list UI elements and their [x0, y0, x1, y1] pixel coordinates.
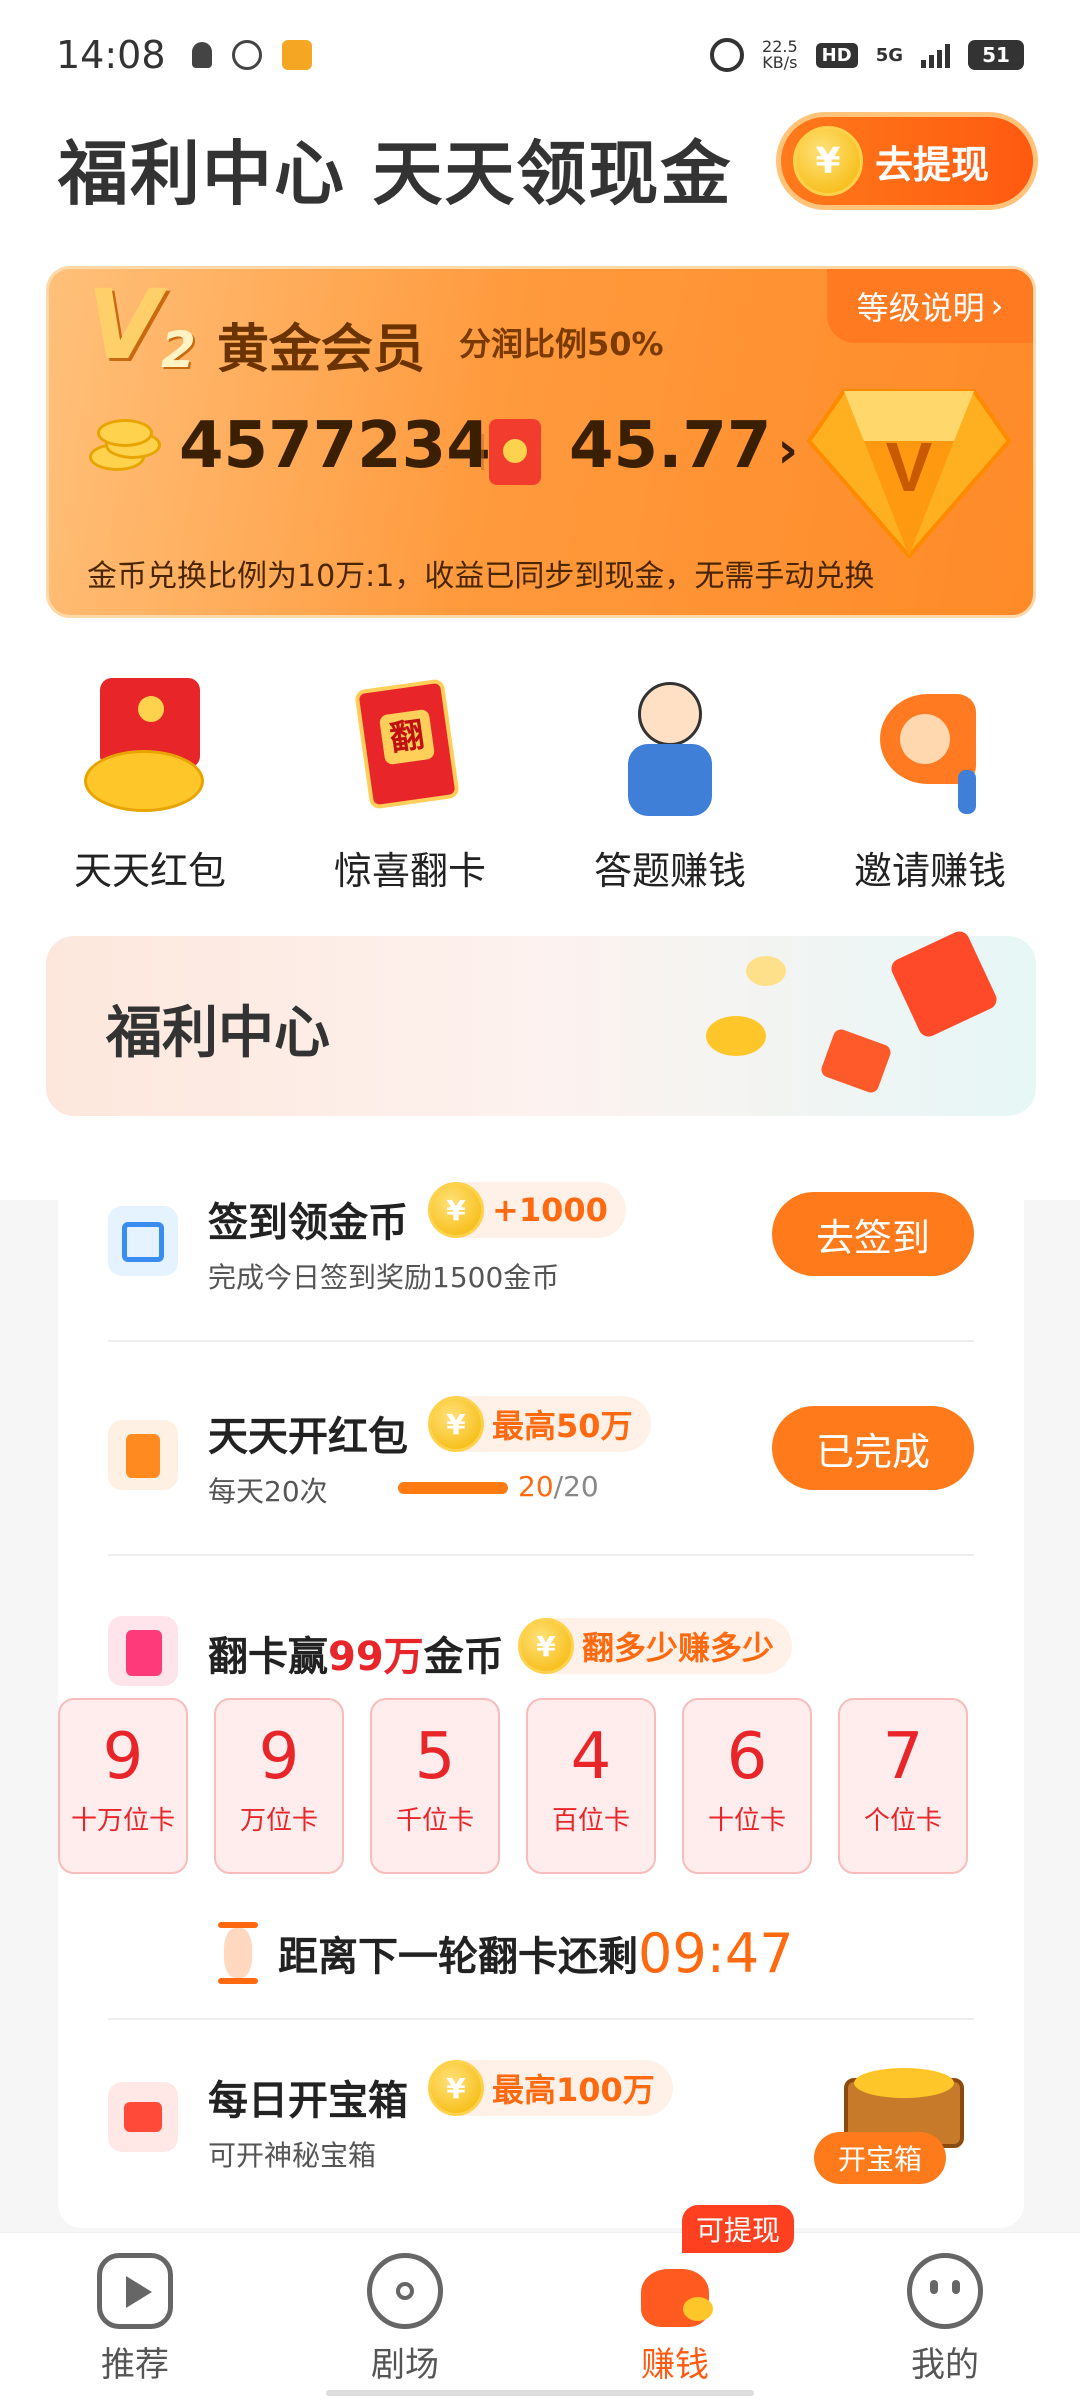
battery-icon: 51: [968, 40, 1024, 70]
task-list: 签到领金币 ¥ +1000 完成今日签到奖励1500金币 去签到 天天开红包 ¥…: [58, 1128, 1024, 2228]
task-title: 签到领金币: [208, 1200, 408, 1246]
alarm-icon: [710, 38, 745, 72]
shortcut-quiz[interactable]: 答题赚钱: [540, 670, 800, 900]
tab-earn[interactable]: 可提现 赚钱: [540, 2205, 810, 2400]
shortcut-flip-card[interactable]: 翻 惊喜翻卡: [280, 670, 540, 900]
cash-balance[interactable]: 45.77 ›: [569, 409, 798, 483]
home-indicator[interactable]: [326, 2390, 754, 2396]
task-flip-card: 翻卡赢99万金币 ¥ 翻多少赚多少: [108, 1606, 974, 1696]
divider: [481, 434, 484, 470]
red-envelope-icon: [489, 419, 541, 485]
gold-coins-icon: [89, 419, 167, 477]
treasure-chest-task-icon: [108, 2082, 178, 2152]
flip-card[interactable]: 6 十位卡: [682, 1698, 812, 1874]
yuan-coin-icon: ¥: [428, 1182, 484, 1238]
vip-name: 黄金会员: [217, 320, 426, 380]
task-title: 翻卡赢99万金币: [208, 1634, 504, 1680]
svg-text:V: V: [886, 428, 933, 506]
signal-icon: [921, 42, 950, 68]
vip-note: 金币兑换比例为10万:1，收益已同步到现金，无需手动兑换: [87, 559, 875, 594]
calendar-check-icon: [108, 1206, 178, 1276]
yuan-coin-icon: ¥: [793, 126, 863, 196]
status-time: 14:08: [56, 33, 166, 77]
net-speed: 22.5 KB/s: [762, 37, 798, 72]
yuan-coin-icon: ¥: [428, 1396, 484, 1452]
floating-redpack-icon: [888, 928, 1000, 1040]
yuan-coin-icon: ¥: [518, 1618, 574, 1674]
divider: [108, 1340, 974, 1342]
app-notification-icon: [231, 40, 262, 70]
red-envelope-task-icon: [108, 1420, 178, 1490]
chevron-right-icon: ›: [777, 421, 799, 479]
status-bar: 14:08 22.5 KB/s HD 5G 51: [0, 0, 1080, 110]
task-title: 天天开红包: [208, 1414, 408, 1460]
progress-text: 20/20: [518, 1470, 599, 1503]
floating-redpack-icon: [819, 1027, 893, 1095]
tab-mine[interactable]: 我的: [810, 2233, 1080, 2400]
divider: [108, 1554, 974, 1556]
welfare-title: 福利中心: [106, 1001, 330, 1066]
completed-button[interactable]: 已完成: [772, 1406, 974, 1490]
hourglass-icon: [218, 1922, 258, 1984]
network-type: 5G: [875, 44, 903, 66]
vip-ratio: 分润比例50%: [459, 325, 664, 363]
play-icon: [97, 2253, 173, 2329]
withdraw-label: 去提现: [875, 142, 990, 187]
withdraw-tag: 可提现: [682, 2205, 795, 2253]
quiz-character-icon: [580, 670, 760, 830]
chevron-right-icon: ›: [990, 287, 1004, 325]
shortcut-invite[interactable]: 邀请赚钱: [800, 670, 1060, 900]
task-title: 每日开宝箱: [208, 2078, 408, 2124]
task-redpack: 天天开红包 ¥ 最高50万 每天20次 20/20 已完成: [108, 1396, 974, 1536]
task-checkin: 签到领金币 ¥ +1000 完成今日签到奖励1500金币 去签到: [108, 1182, 974, 1322]
flip-countdown: 距离下一轮翻卡还剩 09:47: [218, 1918, 794, 1988]
diamond-v-icon: V: [806, 389, 1012, 560]
withdraw-button[interactable]: ¥ 去提现: [776, 112, 1038, 210]
flip-card[interactable]: 7 个位卡: [838, 1698, 968, 1874]
task-subtitle: 每天20次: [208, 1475, 328, 1508]
shortcut-daily-redpack[interactable]: 天天红包: [20, 670, 280, 900]
floating-coin-icon: [746, 956, 786, 986]
bottom-tab-bar: 推荐 剧场 可提现 赚钱 我的: [0, 2205, 1080, 2400]
reward-pill: ¥ 最高100万: [428, 2060, 673, 2116]
red-envelope-gold-icon: [60, 670, 240, 830]
checkin-button[interactable]: 去签到: [772, 1192, 974, 1276]
task-treasure-chest: 每日开宝箱 ¥ 最高100万 可开神秘宝箱 开宝箱: [108, 2048, 974, 2198]
vip-level: 2: [161, 321, 196, 379]
task-subtitle: 完成今日签到奖励1500金币: [208, 1261, 560, 1294]
game-notification-icon: [281, 40, 312, 70]
progress-bar: [398, 1482, 508, 1494]
hd-icon: HD: [815, 42, 858, 68]
flip-card[interactable]: 9 万位卡: [214, 1698, 344, 1874]
flip-card[interactable]: 4 百位卡: [526, 1698, 656, 1874]
flip-card-icon: 翻: [320, 670, 500, 830]
shortcut-row: 天天红包 翻 惊喜翻卡 答题赚钱 邀请赚钱: [20, 670, 1060, 900]
countdown-time: 09:47: [638, 1921, 794, 1985]
level-info-link[interactable]: 等级说明 ›: [827, 269, 1033, 343]
floating-coin-icon: [706, 1016, 766, 1056]
vip-card[interactable]: V 2 黄金会员 分润比例50% 等级说明 › 4577234 45.77 › V…: [46, 266, 1036, 618]
vip-badge: V: [87, 269, 162, 381]
task-subtitle: 可开神秘宝箱: [208, 2139, 377, 2172]
reward-pill: ¥ 最高50万: [428, 1396, 651, 1452]
flip-card[interactable]: 9 十万位卡: [58, 1698, 188, 1874]
yuan-coin-icon: ¥: [428, 2060, 484, 2116]
flip-card-row: 9 十万位卡 9 万位卡 5 千位卡 4 百位卡 6 十位卡 7 个位卡: [58, 1698, 1024, 1874]
reward-pill: ¥ +1000: [428, 1182, 626, 1238]
megaphone-icon: [840, 670, 1020, 830]
money-bag-icon: [635, 2253, 715, 2329]
face-icon: [907, 2253, 983, 2329]
film-reel-icon: [367, 2253, 443, 2329]
welfare-banner: 福利中心: [46, 928, 1036, 1116]
coin-balance: 4577234: [179, 409, 491, 483]
music-notification-icon: [191, 42, 212, 68]
reward-pill: ¥ 翻多少赚多少: [518, 1618, 793, 1674]
divider: [108, 2018, 974, 2020]
page-title: 福利中心 天天领现金: [58, 133, 733, 215]
cards-task-icon: [108, 1616, 178, 1686]
open-chest-button[interactable]: 开宝箱: [814, 2132, 946, 2184]
tab-recommend[interactable]: 推荐: [0, 2233, 270, 2400]
tab-theater[interactable]: 剧场: [270, 2233, 540, 2400]
flip-card[interactable]: 5 千位卡: [370, 1698, 500, 1874]
